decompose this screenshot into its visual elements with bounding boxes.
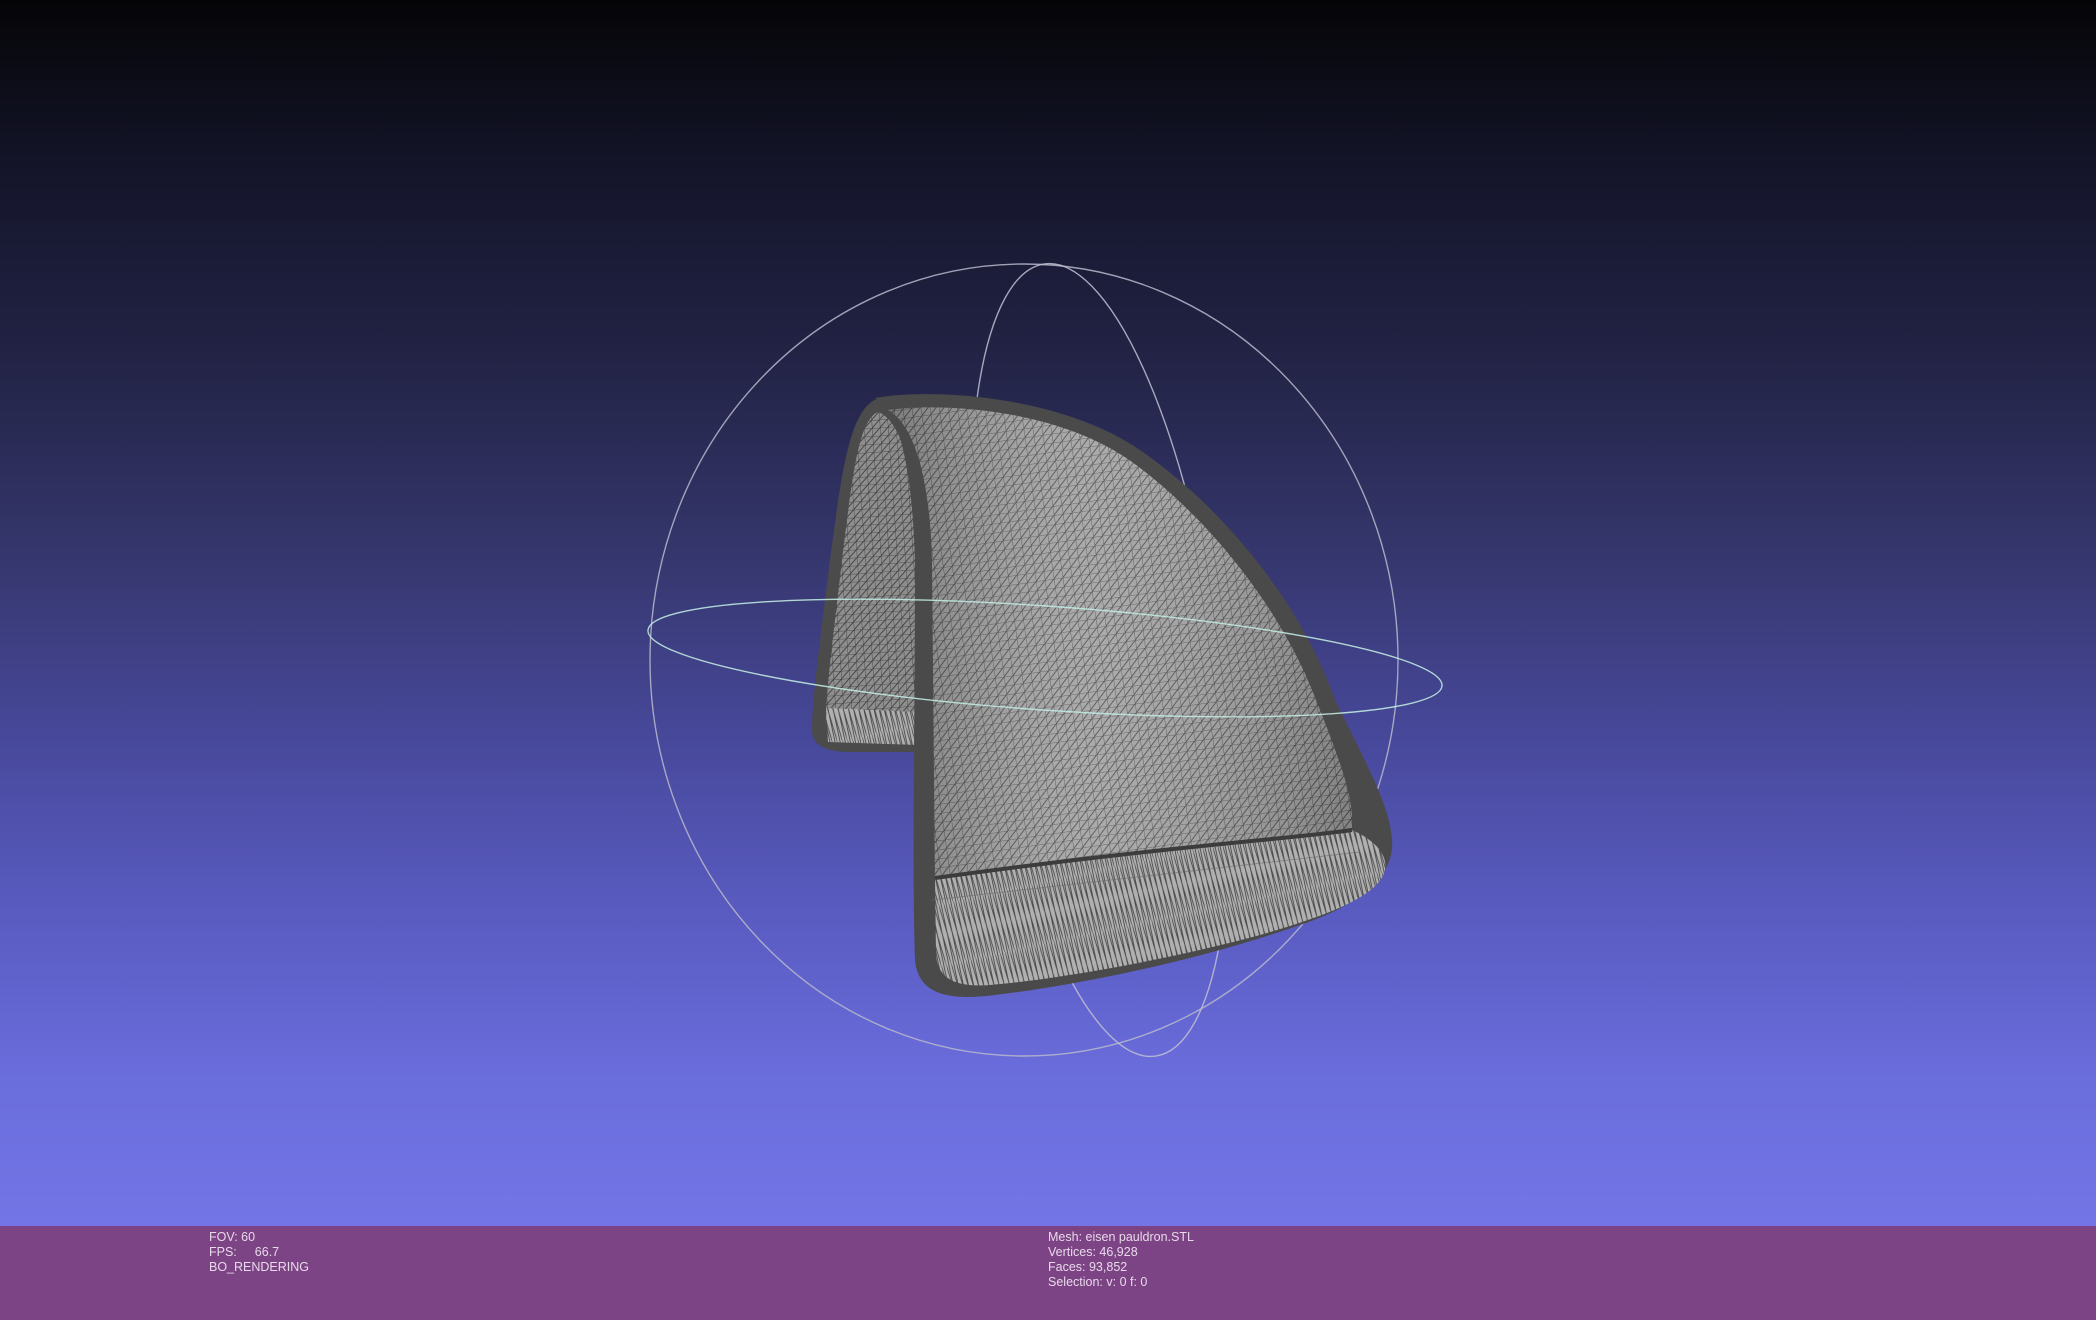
fps-label: FPS: <box>209 1245 237 1259</box>
info-bar: FOV: 60 FPS: 66.7 BO_RENDERING Mesh: eise… <box>0 1226 2096 1320</box>
fov-readout: FOV: 60 <box>209 1230 256 1244</box>
vertices-readout: Vertices: 46,928 <box>1048 1245 1138 1259</box>
mesh-name-readout: Mesh: eisen pauldron.STL <box>1048 1230 1194 1244</box>
3d-viewport[interactable] <box>0 0 2096 1226</box>
pauldron-mesh <box>812 394 1393 997</box>
mesh-info: Mesh: eisen pauldron.STL Vertices: 46,92… <box>1048 1230 1194 1290</box>
fps-readout: FPS: 66.7 <box>209 1245 309 1260</box>
render-info: FOV: 60 FPS: 66.7 BO_RENDERING <box>209 1230 309 1275</box>
selection-readout: Selection: v: 0 f: 0 <box>1048 1275 1148 1289</box>
fps-value: 66.7 <box>254 1245 280 1259</box>
render-mode-readout: BO_RENDERING <box>209 1260 310 1274</box>
mesh-scene[interactable] <box>0 0 2096 1226</box>
faces-readout: Faces: 93,852 <box>1048 1260 1128 1274</box>
